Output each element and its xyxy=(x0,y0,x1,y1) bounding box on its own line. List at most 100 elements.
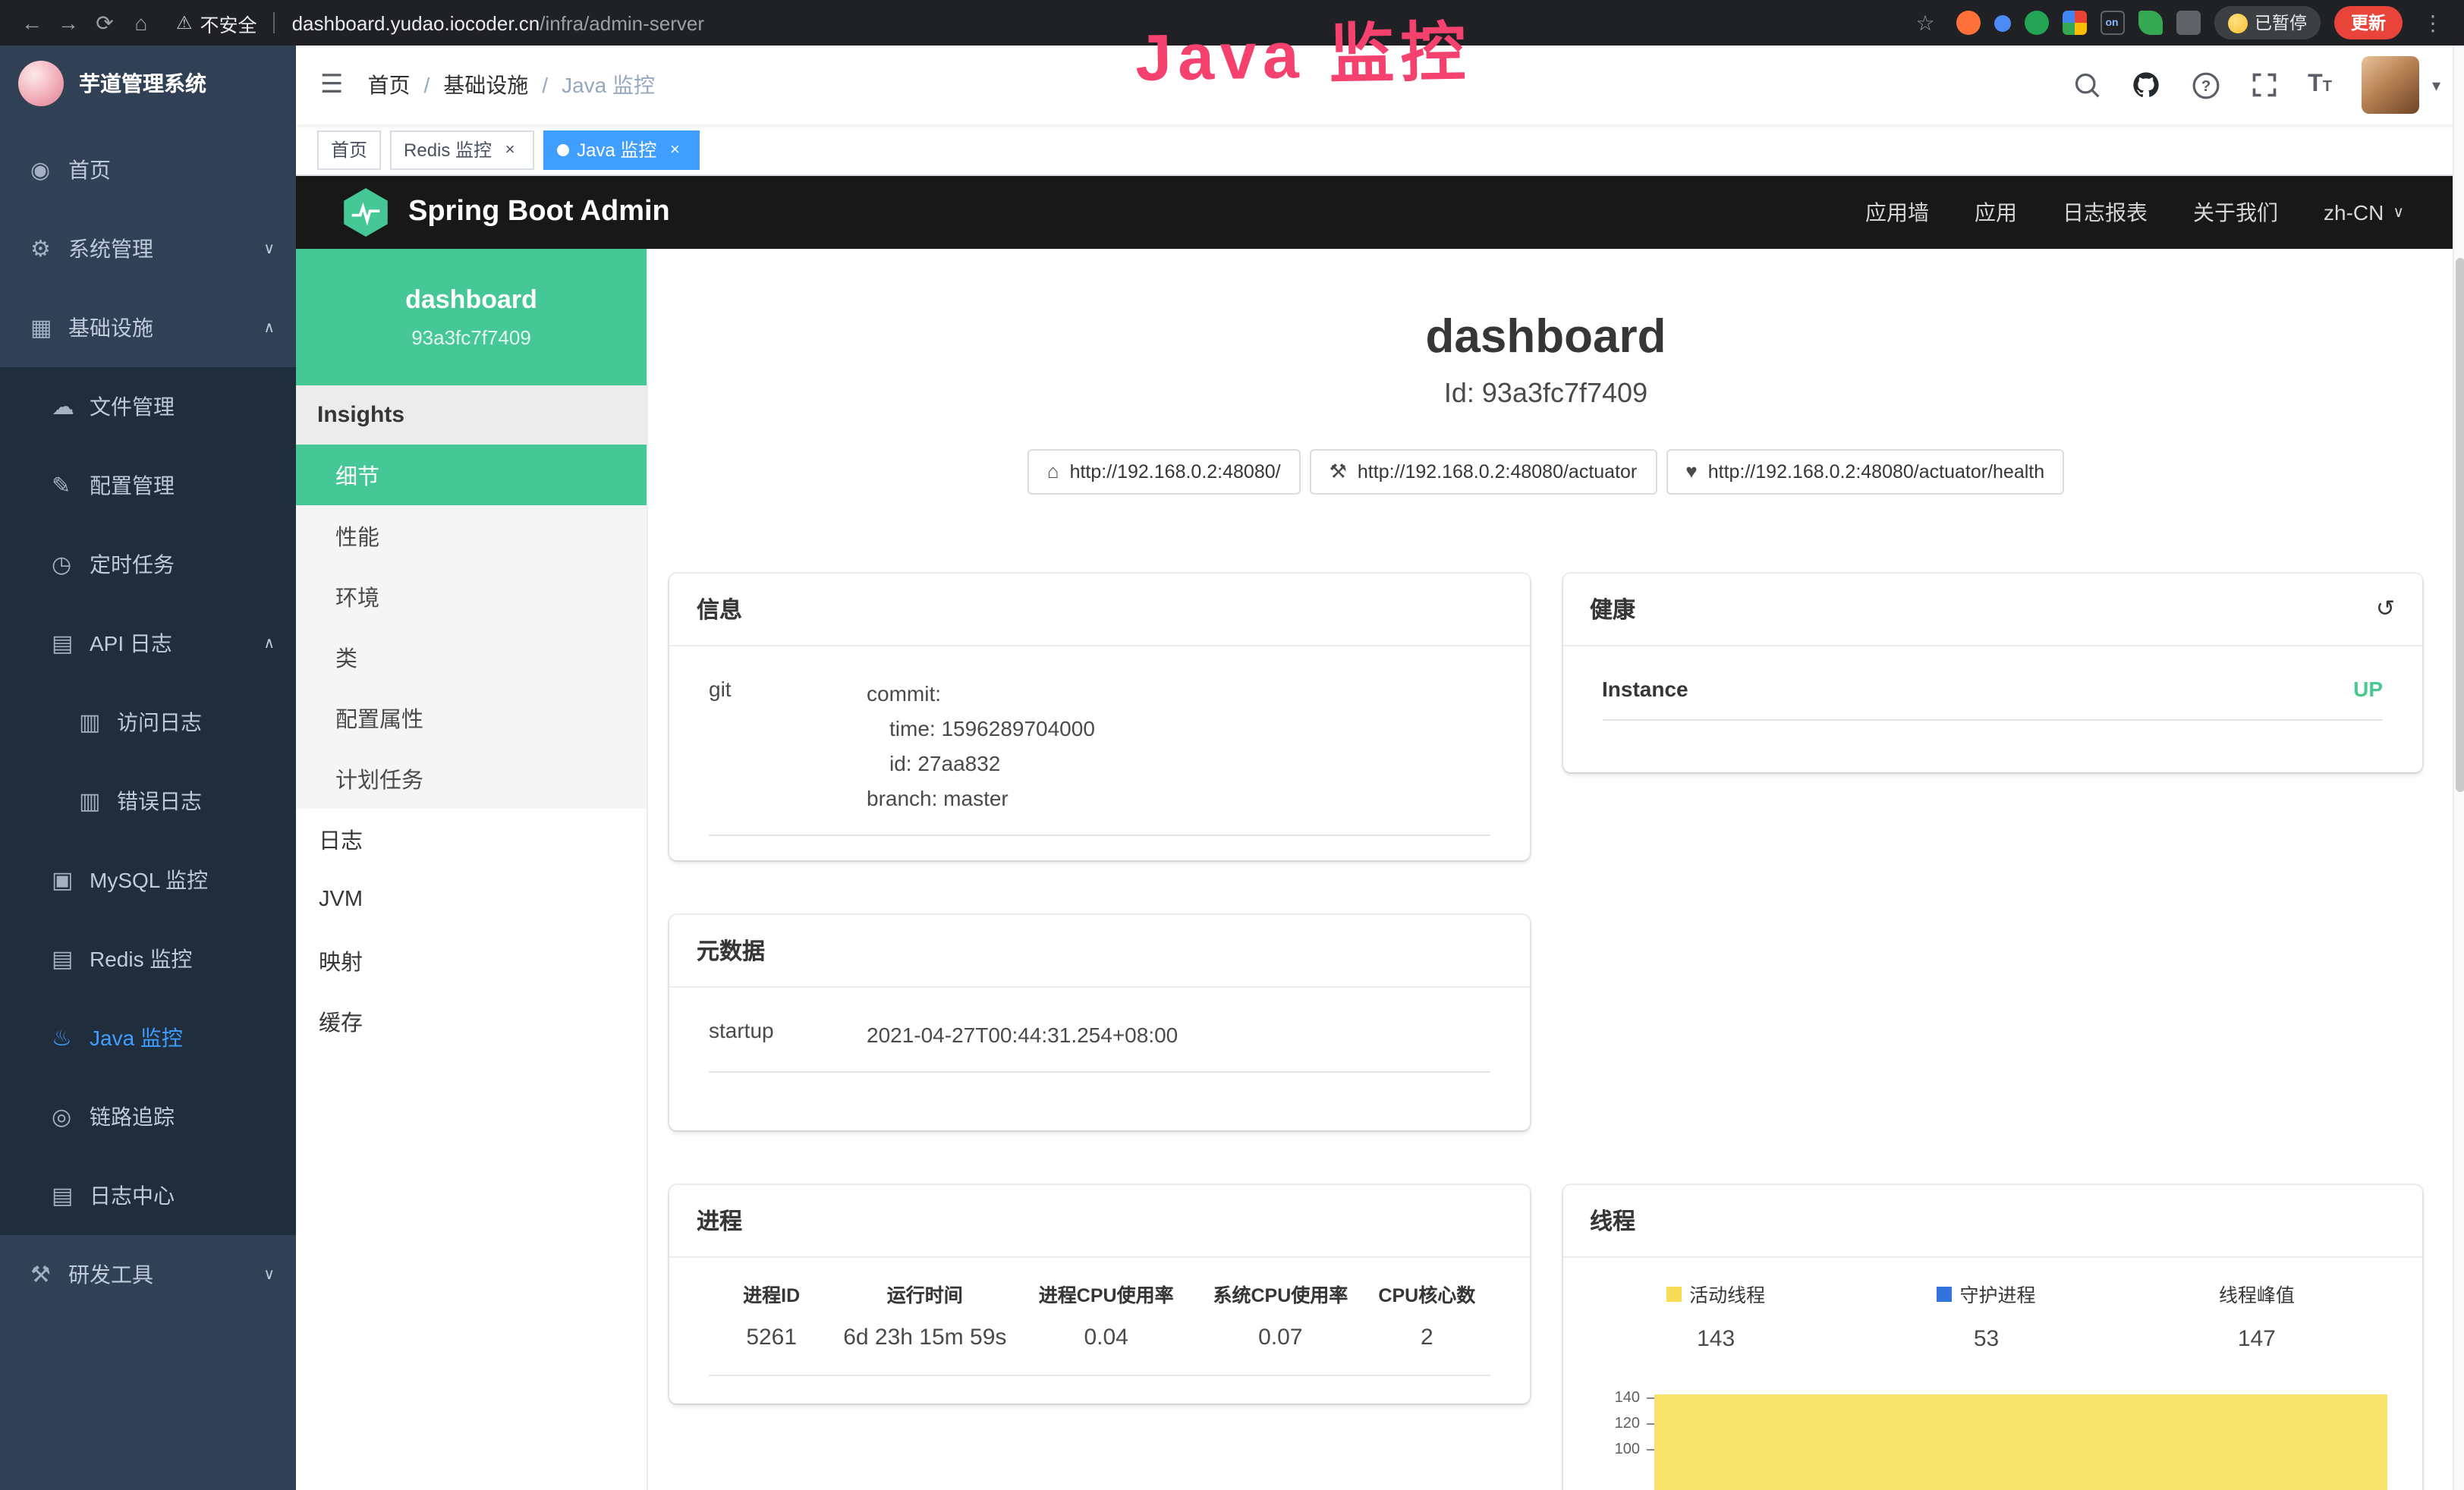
sidebar-item-scheduled-jobs[interactable]: ◷ 定时任务 xyxy=(0,525,296,604)
java-icon: ♨ xyxy=(52,1024,90,1051)
sidebar-item-tracing[interactable]: ◎ 链路追踪 xyxy=(0,1077,296,1156)
sba-content: dashboard Id: 93a3fc7f7409 ⌂ http://192.… xyxy=(648,249,2464,1490)
fullscreen-icon[interactable] xyxy=(2250,71,2277,99)
infrastructure-icon: ▦ xyxy=(30,314,68,341)
breadcrumb-current: Java 监控 xyxy=(562,70,655,100)
extension-grid-icon[interactable] xyxy=(2062,11,2086,35)
emoji-face-icon xyxy=(2227,13,2247,33)
sba-nav-about[interactable]: 关于我们 xyxy=(2193,197,2278,228)
breadcrumb-section[interactable]: 基础设施 xyxy=(443,70,528,100)
sidebar-item-access-logs[interactable]: ▥ 访问日志 xyxy=(0,683,296,762)
sidebar-item-api-logs[interactable]: ▤ API 日志 ∧ xyxy=(0,604,296,683)
sba-brand[interactable]: Spring Boot Admin xyxy=(341,188,670,237)
actuator-url-button[interactable]: ⚒ http://192.168.0.2:48080/actuator xyxy=(1310,448,1657,494)
extensions-puzzle-icon[interactable] xyxy=(2176,11,2200,35)
timer-icon: ◷ xyxy=(52,551,90,578)
github-icon[interactable] xyxy=(2130,70,2160,100)
sba-menu-metrics[interactable]: 性能 xyxy=(296,505,647,566)
help-icon[interactable]: ? xyxy=(2191,71,2220,99)
update-button[interactable]: 更新 xyxy=(2334,6,2403,39)
close-icon[interactable]: × xyxy=(499,139,521,160)
extension-on-icon[interactable]: on xyxy=(2100,11,2124,35)
sba-instance-header[interactable]: dashboard 93a3fc7f7409 xyxy=(296,249,647,385)
sba-header: Spring Boot Admin 应用墙 应用 日志报表 关于我们 zh-CN… xyxy=(296,176,2464,249)
sba-menu-details[interactable]: 细节 xyxy=(296,445,647,505)
sba-menu-scheduled-tasks[interactable]: 计划任务 xyxy=(296,748,647,809)
sba-menu-configprops[interactable]: 配置属性 xyxy=(296,687,647,748)
sidebar-item-system-mgmt[interactable]: ⚙ 系统管理 ∨ xyxy=(0,209,296,288)
sba-menu-caches[interactable]: 缓存 xyxy=(296,991,647,1051)
extension-pin-icon[interactable] xyxy=(1994,14,2010,31)
svg-text:?: ? xyxy=(2201,77,2211,94)
stat-cpu-cores: CPU核心数 2 xyxy=(1364,1279,1490,1350)
sba-menu-jvm[interactable]: JVM xyxy=(296,869,647,930)
font-size-icon[interactable]: TT xyxy=(2308,71,2332,99)
caret-down-icon[interactable]: ▾ xyxy=(2432,75,2440,95)
sba-menu-mappings[interactable]: 映射 xyxy=(296,930,647,991)
sidebar-item-home[interactable]: ◉ 首页 xyxy=(0,130,296,209)
site-security-button[interactable]: ⚠ 不安全 xyxy=(176,8,257,37)
page-subtitle: Id: 93a3fc7f7409 xyxy=(669,377,2422,409)
sidebar-item-file-mgmt[interactable]: ☁ 文件管理 xyxy=(0,367,296,446)
sidebar-item-dev-tools[interactable]: ⚒ 研发工具 ∨ xyxy=(0,1235,296,1314)
sidebar-item-infrastructure[interactable]: ▦ 基础设施 ∧ xyxy=(0,288,296,367)
chart-plot-area xyxy=(1654,1385,2392,1490)
page-scrollbar[interactable] xyxy=(2453,46,2464,1490)
logo-avatar xyxy=(18,61,64,106)
extension-green-icon[interactable] xyxy=(2024,11,2048,35)
stat-pid: 进程ID 5261 xyxy=(709,1279,834,1350)
forward-icon[interactable]: → xyxy=(52,5,85,41)
gear-icon: ⚙ xyxy=(30,235,68,262)
url-bar[interactable]: dashboard.yudao.iocoder.cn/infra/admin-s… xyxy=(292,11,1905,34)
home-icon[interactable]: ⌂ xyxy=(124,5,158,41)
reload-icon[interactable]: ⟳ xyxy=(88,5,121,41)
sidebar-item-redis-monitor[interactable]: ▤ Redis 监控 xyxy=(0,919,296,998)
sba-language-select[interactable]: zh-CN ∨ xyxy=(2324,200,2404,225)
instance-url-button[interactable]: ⌂ http://192.168.0.2:48080/ xyxy=(1027,448,1301,494)
sidebar-item-log-center[interactable]: ▤ 日志中心 xyxy=(0,1156,296,1235)
tag-home[interactable]: 首页 xyxy=(317,130,381,169)
breadcrumb-home[interactable]: 首页 xyxy=(368,70,411,100)
redis-icon: ▤ xyxy=(52,945,90,973)
document-icon: ▤ xyxy=(52,630,90,657)
search-icon[interactable] xyxy=(2072,71,2100,99)
health-card-title: 健康 xyxy=(1590,593,1635,624)
user-avatar[interactable] xyxy=(2362,56,2420,114)
kebab-menu-icon[interactable]: ⋮ xyxy=(2416,5,2450,41)
back-icon[interactable]: ← xyxy=(15,5,49,41)
url-path: /infra/admin-server xyxy=(540,11,704,34)
extension-leaf-icon[interactable] xyxy=(2138,11,2162,35)
scrollbar-thumb[interactable] xyxy=(2456,258,2464,792)
sba-insights-group: 细节 性能 环境 类 配置属性 计划任务 xyxy=(296,445,647,809)
mysql-monitor-icon: ▣ xyxy=(52,866,90,894)
sidebar-item-error-logs[interactable]: ▥ 错误日志 xyxy=(0,762,296,841)
chevron-down-icon: ∨ xyxy=(263,1266,275,1283)
health-url-button[interactable]: ♥ http://192.168.0.2:48080/actuator/heal… xyxy=(1666,448,2064,494)
info-row-git: git commit: time: 1596289704000 id: 27aa… xyxy=(709,652,1490,836)
sba-menu-logfile[interactable]: 日志 xyxy=(296,809,647,869)
extension-fox-icon[interactable] xyxy=(1956,11,1980,35)
tag-java-monitor[interactable]: Java 监控 × xyxy=(543,130,699,169)
sba-menu-environment[interactable]: 环境 xyxy=(296,566,647,627)
sidebar-item-config-mgmt[interactable]: ✎ 配置管理 xyxy=(0,446,296,525)
sba-nav-applications[interactable]: 应用 xyxy=(1975,197,2017,228)
metadata-row-startup: startup 2021-04-27T00:44:31.254+08:00 xyxy=(709,994,1490,1073)
sba-nav-journal[interactable]: 日志报表 xyxy=(2063,197,2148,228)
admin-menu: ◉ 首页 ⚙ 系统管理 ∨ ▦ 基础设施 ∧ ☁ 文件管理 xyxy=(0,121,296,1490)
close-icon[interactable]: × xyxy=(664,139,685,160)
hamburger-icon[interactable]: ☰ xyxy=(320,70,344,100)
sidebar-item-mysql-monitor[interactable]: ▣ MySQL 监控 xyxy=(0,841,296,919)
sidebar-item-java-monitor[interactable]: ♨ Java 监控 xyxy=(0,998,296,1077)
process-card-title: 进程 xyxy=(697,1205,742,1237)
security-label: 不安全 xyxy=(200,8,257,37)
tag-redis-monitor[interactable]: Redis 监控 × xyxy=(390,130,534,169)
sba-menu-classes[interactable]: 类 xyxy=(296,627,647,687)
sba-sidebar: dashboard 93a3fc7f7409 Insights 细节 性能 环境… xyxy=(296,249,648,1490)
sba-nav-wall[interactable]: 应用墙 xyxy=(1865,197,1929,228)
paused-label: 已暂停 xyxy=(2255,11,2307,35)
paused-badge[interactable]: 已暂停 xyxy=(2214,6,2321,39)
bookmark-star-icon[interactable]: ☆ xyxy=(1909,5,1942,41)
info-card: 信息 git commit: time: 1596289704000 id: 2 xyxy=(669,573,1529,860)
app-logo[interactable]: 芋道管理系统 xyxy=(0,46,296,121)
history-icon[interactable]: ↺ xyxy=(2376,595,2395,622)
